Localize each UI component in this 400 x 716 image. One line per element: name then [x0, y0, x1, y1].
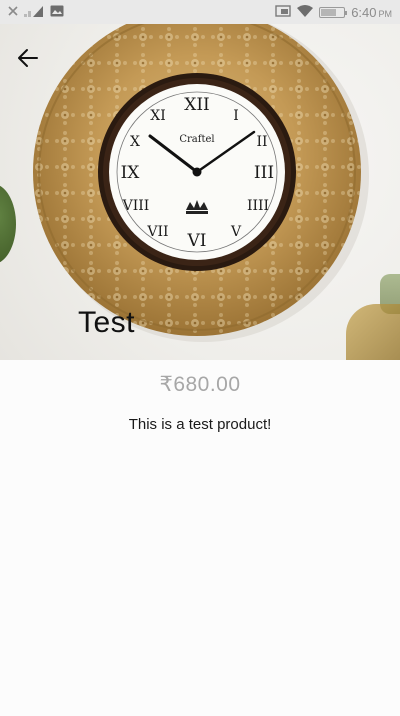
status-time: 6:40 PM [351, 5, 392, 20]
svg-text:XII: XII [184, 95, 210, 115]
svg-text:IIII: IIII [247, 198, 269, 214]
status-bar-left [8, 5, 64, 20]
image-icon [50, 5, 64, 20]
product-title: Test [78, 306, 136, 339]
svg-text:VIII: VIII [122, 198, 150, 214]
svg-text:VII: VII [146, 224, 168, 240]
svg-text:XI: XI [150, 108, 166, 124]
svg-text:X: X [130, 134, 140, 150]
clock-brand: Craftel [179, 134, 214, 145]
product-image: XII I II III IIII V VI VII VIII IX X XI … [0, 24, 400, 360]
status-bar: 6:40 PM [0, 0, 400, 24]
svg-text:I: I [233, 108, 239, 124]
svg-text:II: II [256, 134, 267, 150]
wall-clock-image: XII I II III IIII V VI VII VIII IX X XI … [33, 24, 369, 342]
svg-text:VI: VI [187, 231, 207, 251]
wifi-icon [297, 4, 314, 20]
time-value: 6:40 [351, 4, 377, 20]
svg-text:III: III [254, 163, 274, 183]
battery-icon [319, 6, 348, 18]
svg-text:IX: IX [121, 163, 141, 183]
back-button[interactable] [12, 42, 44, 74]
signal-icon [24, 5, 44, 20]
product-detail-screen: 6:40 PM XII I II III IIII V VI VII VIII … [0, 0, 400, 716]
svg-text:V: V [230, 224, 242, 240]
status-bar-right: 6:40 PM [275, 4, 392, 20]
arrow-left-icon [18, 49, 38, 67]
close-icon [8, 5, 18, 19]
product-description: This is a test product! [128, 416, 272, 433]
time-suffix: PM [378, 8, 393, 19]
cast-icon [275, 4, 291, 20]
product-price: ₹680.00 [159, 373, 241, 396]
